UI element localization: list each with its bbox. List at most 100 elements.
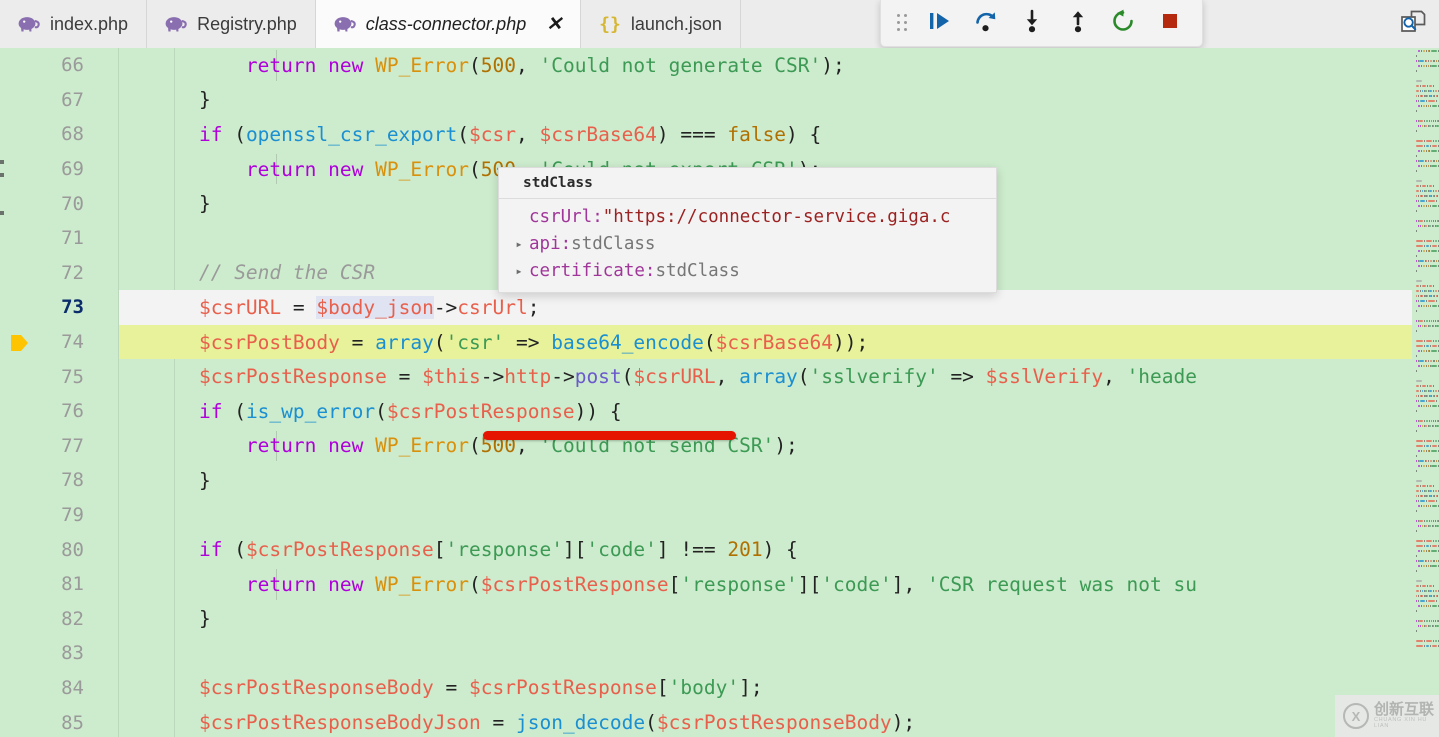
preview-search-icon — [1399, 9, 1427, 40]
continue-icon — [927, 9, 953, 38]
open-preview-button[interactable] — [1393, 6, 1433, 42]
code-token: } — [198, 192, 211, 216]
code-text[interactable]: $csrPostResponse = $this->http->post($cs… — [152, 365, 1412, 388]
code-text[interactable]: return new WP_Error(500, 'Could not send… — [152, 434, 1412, 457]
minimap-line — [1414, 129, 1439, 133]
minimap-line — [1414, 234, 1439, 238]
code-token: ( — [621, 365, 634, 389]
code-line[interactable]: 81 return new WP_Error($csrPostResponse[… — [0, 567, 1412, 602]
drag-handle-icon[interactable] — [887, 4, 917, 42]
code-text[interactable]: if (is_wp_error($csrPostResponse)) { — [152, 400, 1412, 423]
close-icon[interactable]: ✕ — [546, 15, 562, 34]
line-number: 82 — [61, 607, 84, 630]
minimap-line — [1414, 304, 1439, 308]
line-number: 84 — [61, 676, 84, 699]
code-text[interactable]: $csrPostBody = array('csr' => base64_enc… — [152, 331, 1412, 354]
debug-toolbar[interactable] — [880, 0, 1203, 47]
minimap-line — [1414, 54, 1439, 58]
code-line[interactable]: 75 $csrPostResponse = $this->http->post(… — [0, 359, 1412, 394]
code-token: if — [198, 122, 223, 146]
tab-index-php[interactable]: index.php — [0, 0, 148, 48]
code-token: openssl_csr_export — [245, 122, 458, 146]
code-text[interactable]: return new WP_Error($csrPostResponse['re… — [152, 573, 1412, 596]
debug-hover-popup[interactable]: stdClass ▸csrUrl: "https://connector-ser… — [498, 167, 997, 293]
code-line[interactable]: 67 } — [0, 83, 1412, 118]
minimap-line — [1414, 519, 1439, 523]
code-token: $csrPostResponse — [480, 572, 669, 596]
code-token: 201 — [727, 538, 763, 562]
minimap-line — [1414, 424, 1439, 428]
minimap-line — [1414, 604, 1439, 608]
minimap-line — [1414, 609, 1439, 613]
step-over-button[interactable] — [963, 4, 1009, 42]
code-token: ( — [222, 538, 246, 562]
code-text[interactable]: } — [152, 88, 1412, 111]
hover-popup-row[interactable]: ▸ api: stdClass — [499, 230, 996, 257]
chevron-right-icon[interactable]: ▸ — [509, 264, 529, 278]
code-token: if — [198, 538, 223, 562]
tab-class-connector-php[interactable]: class-connector.php ✕ — [315, 0, 582, 48]
code-token: ] — [656, 538, 681, 562]
code-text[interactable]: if ($csrPostResponse['response']['code']… — [152, 538, 1412, 561]
chevron-right-icon[interactable]: ▸ — [509, 237, 529, 251]
minimap-line — [1414, 239, 1439, 243]
step-out-button[interactable] — [1055, 4, 1101, 42]
minimap-line — [1414, 274, 1439, 278]
minimap-line — [1414, 574, 1439, 578]
code-editor[interactable]: 66 return new WP_Error(500, 'Could not g… — [0, 48, 1439, 737]
minimap-line — [1414, 449, 1439, 453]
code-token: ( — [703, 330, 716, 354]
step-into-button[interactable] — [1009, 4, 1055, 42]
tab-registry-php[interactable]: Registry.php — [147, 0, 316, 48]
minimap-line — [1414, 434, 1439, 438]
code-line[interactable]: 79 — [0, 498, 1412, 533]
code-line[interactable]: 83 — [0, 636, 1412, 671]
code-line[interactable]: 68 if (openssl_csr_export($csr, $csrBase… — [0, 117, 1412, 152]
stop-button[interactable] — [1147, 4, 1193, 42]
line-number: 75 — [61, 365, 84, 388]
code-token: ( — [222, 122, 246, 146]
code-line[interactable]: 80 if ($csrPostResponse['response']['cod… — [0, 532, 1412, 567]
code-line[interactable]: 78 } — [0, 463, 1412, 498]
code-line[interactable]: 85 $csrPostResponseBodyJson = json_decod… — [0, 705, 1412, 737]
code-token: 'heade — [1126, 365, 1198, 389]
minimap-line — [1414, 509, 1439, 513]
continue-button[interactable] — [917, 4, 963, 42]
restart-button[interactable] — [1101, 4, 1147, 42]
code-token: array — [375, 330, 434, 354]
code-text[interactable]: $csrPostResponseBodyJson = json_decode($… — [152, 711, 1412, 734]
code-token: http — [504, 365, 552, 389]
tab-launch-json[interactable]: {} launch.json — [581, 0, 741, 48]
code-line[interactable]: 76 if (is_wp_error($csrPostResponse)) { — [0, 394, 1412, 429]
tab-label: Registry.php — [197, 14, 297, 34]
hover-popup-row[interactable]: ▸ certificate: stdClass — [499, 257, 996, 284]
minimap[interactable] — [1412, 48, 1439, 737]
code-text[interactable]: $csrURL = $body_json->csrUrl; — [152, 295, 1412, 319]
code-token: , — [715, 365, 740, 389]
code-line[interactable]: 74 $csrPostBody = array('csr' => base64_… — [0, 324, 1412, 360]
minimap-line — [1414, 79, 1439, 83]
line-number: 80 — [61, 538, 84, 561]
code-line[interactable]: 82 } — [0, 602, 1412, 637]
code-text[interactable]: return new WP_Error(500, 'Could not gene… — [152, 54, 1412, 77]
line-number: 78 — [61, 469, 84, 492]
minimap-line — [1414, 209, 1439, 213]
code-token: return — [245, 53, 317, 77]
code-token: ); — [821, 53, 845, 77]
code-line[interactable]: 73 $csrURL = $body_json->csrUrl; — [0, 290, 1412, 325]
code-line[interactable]: 66 return new WP_Error(500, 'Could not g… — [0, 48, 1412, 83]
code-text[interactable]: } — [152, 469, 1412, 492]
minimap-line — [1414, 314, 1439, 318]
code-text[interactable]: $csrPostResponseBody = $csrPostResponse[… — [152, 676, 1412, 699]
code-text[interactable]: if (openssl_csr_export($csr, $csrBase64)… — [152, 123, 1412, 146]
code-lines-container[interactable]: 66 return new WP_Error(500, 'Could not g… — [0, 48, 1412, 737]
hover-popup-row[interactable]: ▸csrUrl: "https://connector-service.giga… — [499, 203, 996, 230]
code-text[interactable]: } — [152, 607, 1412, 630]
code-line[interactable]: 84 $csrPostResponseBody = $csrPostRespon… — [0, 671, 1412, 706]
code-token: [ — [656, 676, 669, 700]
code-token: ( — [375, 399, 387, 423]
